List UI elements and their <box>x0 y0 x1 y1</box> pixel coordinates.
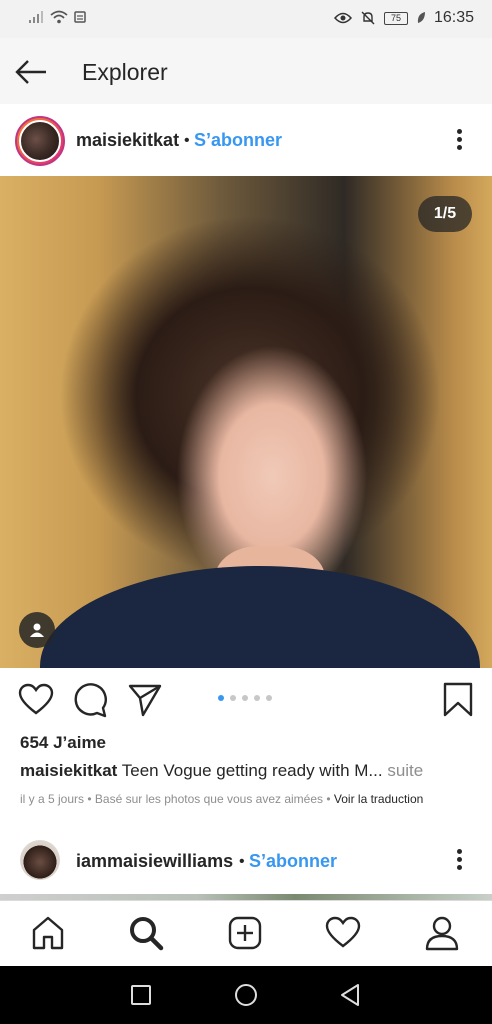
post-header: maisiekitkat • S’abonner <box>0 104 492 176</box>
carousel-dot <box>230 695 236 701</box>
carousel-dot <box>242 695 248 701</box>
bookmark-icon[interactable] <box>440 682 476 718</box>
profile-icon[interactable] <box>424 915 460 951</box>
home-icon[interactable] <box>30 915 66 951</box>
status-time: 16:35 <box>433 9 474 26</box>
wifi-icon <box>50 10 68 24</box>
image-counter: 1/5 <box>418 196 472 232</box>
more-vertical-icon[interactable] <box>449 126 469 156</box>
page-title: Explorer <box>82 59 168 85</box>
post-caption: maisiekitkat Teen Vogue getting ready wi… <box>20 761 480 781</box>
likes-count[interactable]: 654 J’aime <box>20 733 106 753</box>
person-icon <box>30 623 44 637</box>
carousel-dot <box>266 695 272 701</box>
battery-icon: 75 <box>383 11 408 25</box>
bottom-tab-bar <box>0 900 492 966</box>
system-nav-bar <box>0 966 492 1024</box>
like-heart-icon[interactable] <box>18 682 54 718</box>
share-icon[interactable] <box>127 682 163 718</box>
separator-dot: • <box>239 853 245 870</box>
carousel-dot <box>218 695 224 701</box>
explore-header: Explorer <box>0 38 492 104</box>
back-triangle-icon[interactable] <box>338 983 362 1007</box>
signal-icon <box>29 11 43 23</box>
back-arrow-icon[interactable] <box>14 54 50 90</box>
post-meta-text: il y a 5 jours • Basé sur les photos que… <box>20 792 331 806</box>
search-icon[interactable] <box>128 915 164 951</box>
avatar[interactable] <box>15 116 65 166</box>
eye-icon <box>333 12 352 24</box>
activity-icon[interactable] <box>325 915 361 951</box>
carousel-indicator <box>218 695 272 701</box>
recents-icon[interactable] <box>129 983 153 1007</box>
add-icon[interactable] <box>227 915 263 951</box>
home-circle-icon[interactable] <box>234 983 258 1007</box>
caption-text: Teen Vogue getting ready with M... <box>121 761 383 780</box>
leaf-icon <box>417 12 425 23</box>
avatar[interactable] <box>20 840 60 880</box>
post-meta: il y a 5 jours • Basé sur les photos que… <box>20 792 423 806</box>
status-bar: 75 16:35 <box>0 0 492 38</box>
next-post-header: iammaisiewilliams • S’abonner <box>0 828 492 896</box>
sim-icon <box>74 11 86 23</box>
separator-dot: • <box>184 132 190 149</box>
more-vertical-icon[interactable] <box>449 846 469 876</box>
post-image[interactable] <box>0 176 492 668</box>
follow-button[interactable]: S’abonner <box>194 130 282 151</box>
post-actions <box>0 668 492 728</box>
follow-button[interactable]: S’abonner <box>249 851 337 872</box>
translate-link[interactable]: Voir la traduction <box>334 792 423 806</box>
comment-icon[interactable] <box>72 682 108 718</box>
post-username[interactable]: iammaisiewilliams <box>76 851 233 872</box>
post-username[interactable]: maisiekitkat <box>76 130 179 151</box>
mute-icon <box>361 11 375 25</box>
caption-username[interactable]: maisiekitkat <box>20 761 117 780</box>
caption-more-link[interactable]: suite <box>387 761 423 780</box>
carousel-dot <box>254 695 260 701</box>
tagged-users-button[interactable] <box>19 612 55 648</box>
